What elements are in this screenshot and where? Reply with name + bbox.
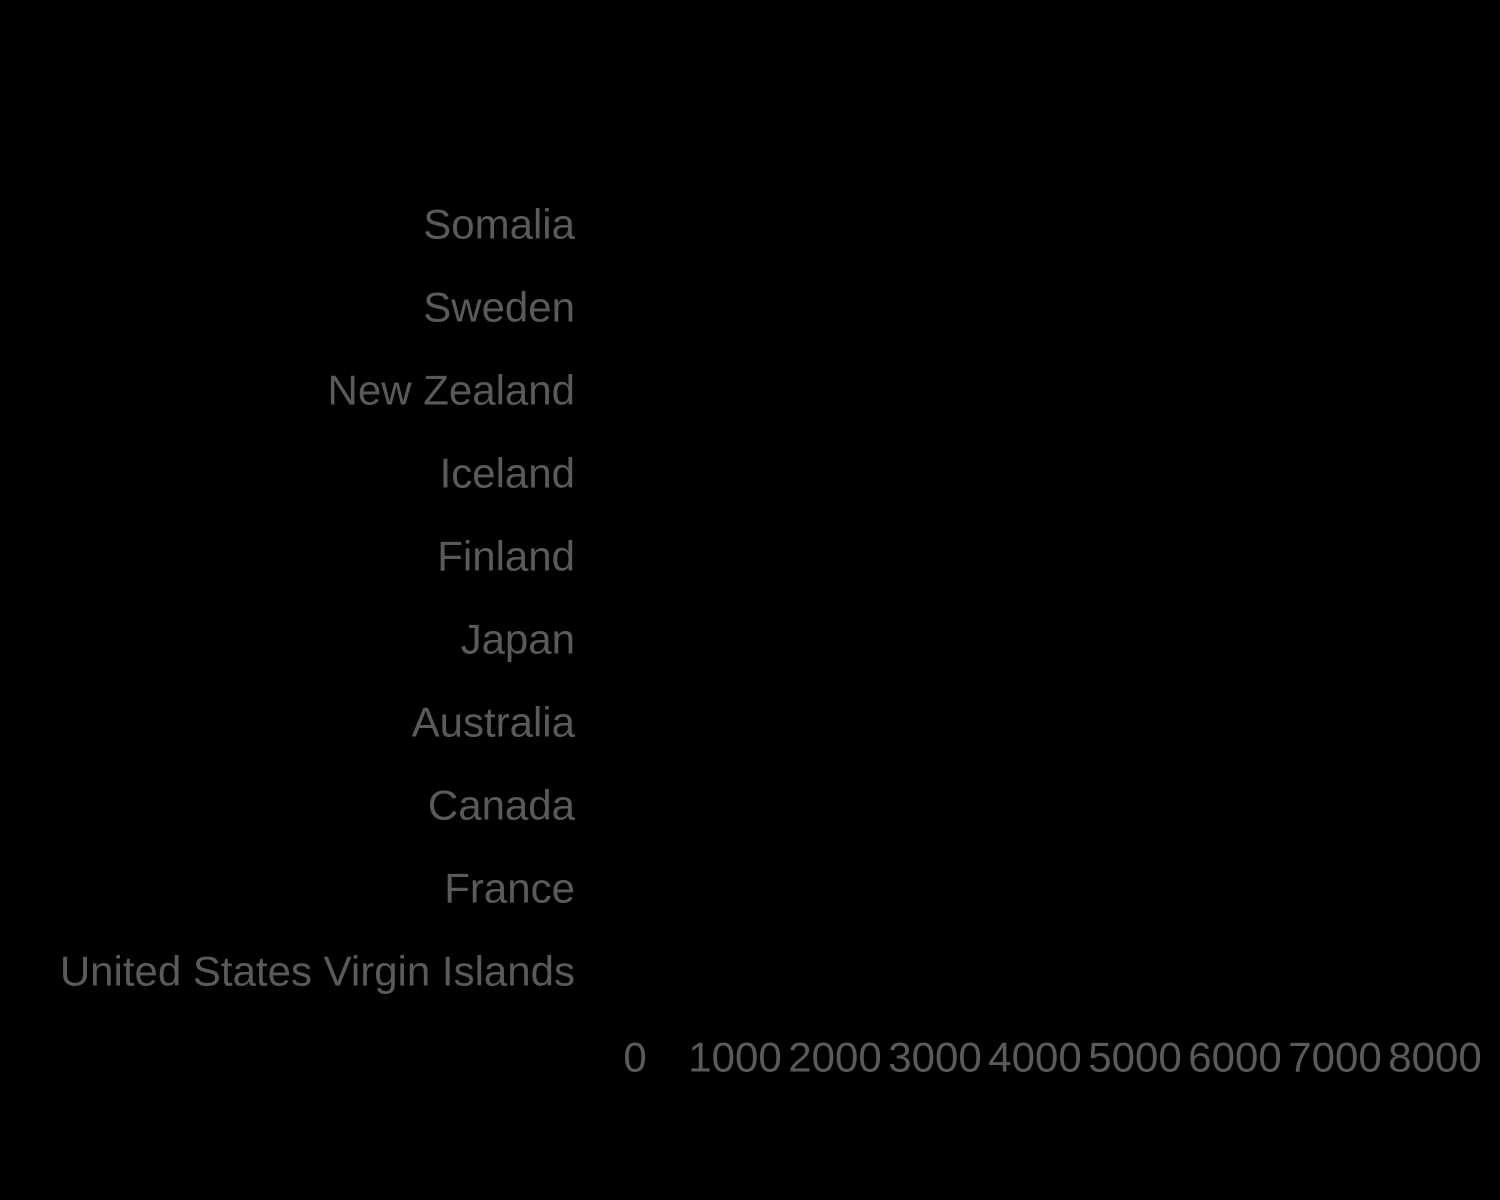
x-tick-label: 7000	[1288, 1034, 1381, 1081]
category-label: Canada	[428, 782, 576, 829]
category-label: Sweden	[423, 284, 575, 331]
category-label: Australia	[412, 699, 576, 746]
category-label: France	[444, 865, 575, 912]
x-tick-label: 2000	[788, 1034, 881, 1081]
x-tick-label: 3000	[888, 1034, 981, 1081]
category-label: New Zealand	[328, 367, 575, 414]
category-label: Finland	[437, 533, 575, 580]
x-axis-ticks: 0 1000 2000 3000 4000 5000 6000 7000 8000	[623, 1034, 1481, 1081]
category-label: Japan	[461, 616, 575, 663]
x-tick-label: 4000	[988, 1034, 1081, 1081]
category-label: Somalia	[423, 201, 575, 248]
x-tick-label: 5000	[1088, 1034, 1181, 1081]
x-tick-label: 6000	[1188, 1034, 1281, 1081]
category-label: United States Virgin Islands	[60, 948, 575, 995]
x-tick-label: 8000	[1388, 1034, 1481, 1081]
chart-background	[0, 0, 1500, 1200]
bar-chart: Somalia Sweden New Zealand Iceland Finland Ja…	[0, 0, 1500, 1200]
x-tick-label: 0	[623, 1034, 646, 1081]
category-label: Iceland	[440, 450, 575, 497]
x-tick-label: 1000	[688, 1034, 781, 1081]
